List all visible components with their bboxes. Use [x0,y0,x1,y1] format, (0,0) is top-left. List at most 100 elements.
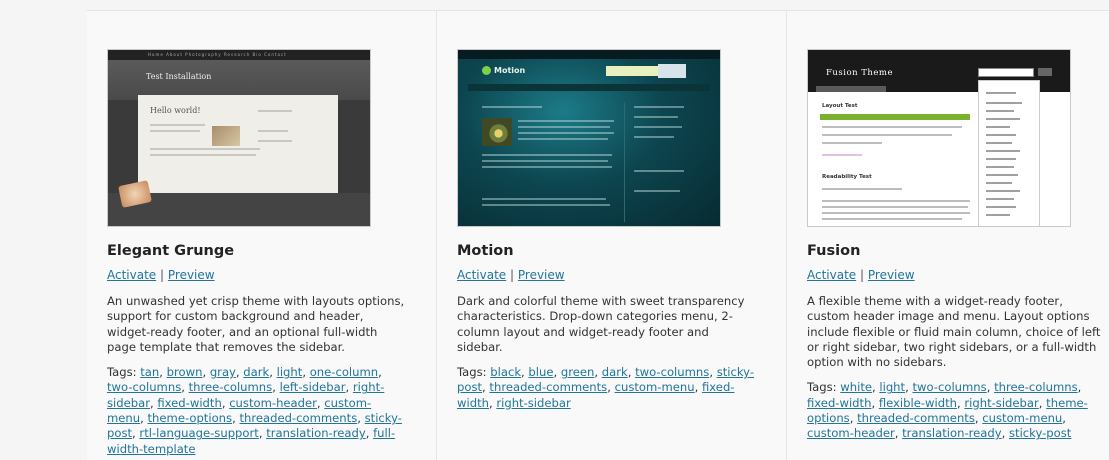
tag-link[interactable]: theme-options [148,411,233,425]
thumb-sidebar-divider [624,102,625,222]
tag-link[interactable]: left-sidebar [280,380,346,394]
tag-link[interactable]: white [840,380,872,394]
tag-link[interactable]: right-sidebar [964,396,1038,410]
tag-link[interactable]: translation-ready [266,426,366,440]
thumb-text-line [822,126,962,128]
thumb-text-line [482,198,606,200]
thumb-text-line [986,150,1020,152]
tag-link[interactable]: three-columns [994,380,1078,394]
thumb-menu [816,86,886,92]
theme-screenshot[interactable]: Home About Photography Research Bio Cont… [107,49,371,227]
tag-link[interactable]: flexible-width [879,396,957,410]
activate-link[interactable]: Activate [107,268,156,282]
thumb-text-line [822,134,952,136]
thumb-text-line [518,126,610,128]
thumb-text-line [518,120,614,122]
tag-link[interactable]: tan [140,365,159,379]
tag-link[interactable]: sticky-post [1009,426,1071,440]
thumb-text-line [986,206,1016,208]
theme-card-elegant-grunge: Home About Photography Research Bio Cont… [87,11,437,460]
thumb-text-line [822,142,882,144]
thumb-text-line [986,214,1010,216]
tag-list: black, blue, green, dark, two-columns, s… [457,365,755,410]
preview-link[interactable]: Preview [868,268,915,282]
thumb-text-line [634,116,678,118]
theme-card-fusion: Fusion Theme Layout Test Readability Tes… [787,11,1109,460]
thumb-banner [606,66,658,76]
theme-screenshot[interactable]: Fusion Theme Layout Test Readability Tes… [807,49,1071,227]
thumb-text-line [258,140,292,142]
tag-link[interactable]: translation-ready [902,426,1002,440]
thumb-text-line [634,126,682,128]
tag-link[interactable]: light [879,380,905,394]
thumb-text-line [150,148,260,150]
thumb-search-button [1038,68,1052,76]
tag-link[interactable]: two-columns [912,380,986,394]
thumb-text-line [634,170,684,172]
tag-link[interactable]: custom-header [807,426,895,440]
tag-link[interactable]: gray [210,365,236,379]
theme-name: Elegant Grunge [107,243,235,259]
thumb-text-line [518,138,608,140]
theme-description: An unwashed yet crisp theme with layouts… [107,294,405,354]
tag-link[interactable]: light [277,365,303,379]
theme-screenshot[interactable]: Motion [457,49,721,227]
thumb-post-image [482,118,512,146]
tag-link[interactable]: two-columns [635,365,709,379]
theme-name: Motion [457,243,514,259]
tag-link[interactable]: two-columns [107,380,181,394]
action-separator: | [510,268,518,282]
thumb-text-line [634,190,680,192]
tag-link[interactable]: one-column [310,365,378,379]
theme-tags: Tags: tan, brown, gray, dark, light, one… [107,365,407,457]
tag-link[interactable]: blue [528,365,553,379]
tag-link[interactable]: dark [602,365,628,379]
tag-link[interactable]: three-columns [189,380,273,394]
thumb-text-line [518,132,614,134]
theme-tags: Tags: white, light, two-columns, three-c… [807,380,1107,441]
tag-link[interactable]: dark [243,365,269,379]
thumb-text-line [482,160,608,162]
theme-description: Dark and colorful theme with sweet trans… [457,294,745,354]
tag-link[interactable]: fixed-width [157,396,221,410]
tag-link[interactable]: green [561,365,595,379]
tag-list: tan, brown, gray, dark, light, one-colum… [107,365,402,456]
activate-link[interactable]: Activate [807,268,856,282]
tag-link[interactable]: threaded-comments [489,380,607,394]
thumb-post-title: Hello world! [150,106,201,115]
thumb-text-line [634,136,674,138]
thumb-site-title: Test Installation [146,72,212,81]
tag-link[interactable]: custom-menu [982,411,1062,425]
tag-link[interactable]: right-sidebar [496,396,570,410]
thumb-text-line [482,106,542,108]
tag-link[interactable]: custom-menu [615,380,695,394]
tag-link[interactable]: black [490,365,521,379]
thumb-text-line [986,158,1016,160]
thumb-text-line [822,200,970,202]
tag-link[interactable]: rtl-language-support [139,426,258,440]
theme-actions: Activate | Preview [107,267,436,283]
theme-actions: Activate | Preview [807,267,1109,283]
thumb-nav-text: Home About Photography Research Bio Cont… [148,52,287,57]
theme-description: A flexible theme with a widget-ready foo… [807,294,1101,370]
thumb-text-line [986,92,1016,94]
tag-link[interactable]: brown [167,365,203,379]
tag-link[interactable]: fixed-width [807,396,871,410]
thumb-text-line [822,212,970,214]
thumb-text-line [986,174,1018,176]
tags-label: Tags: [457,365,487,380]
thumb-text-line [986,166,1014,168]
thumb-text-line [150,124,205,126]
activate-link[interactable]: Activate [457,268,506,282]
thumb-text-line [634,106,684,108]
tag-link[interactable]: threaded-comments [857,411,975,425]
preview-link[interactable]: Preview [168,268,215,282]
tag-link[interactable]: threaded-comments [239,411,357,425]
tag-link[interactable]: custom-header [229,396,317,410]
preview-link[interactable]: Preview [518,268,565,282]
action-separator: | [160,268,168,282]
thumb-text-line [150,154,256,156]
thumb-text-line [986,142,1012,144]
thumb-text-line [258,110,292,112]
thumb-text-line [822,218,962,220]
